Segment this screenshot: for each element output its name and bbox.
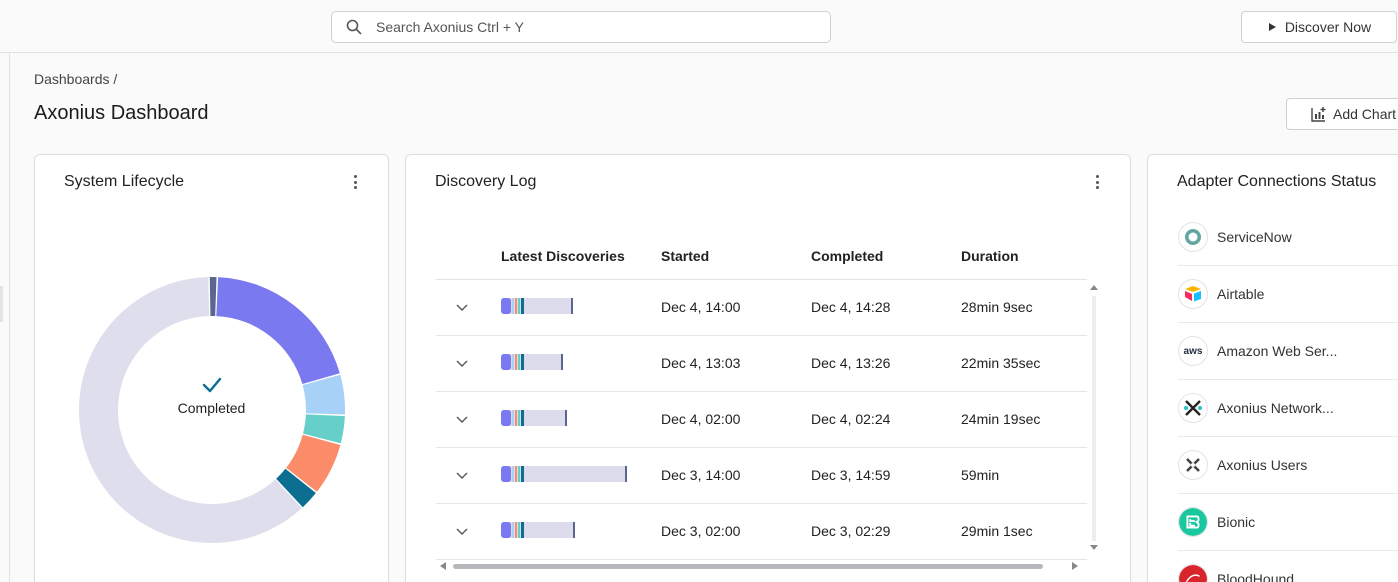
table-row[interactable]: Dec 4, 14:00 Dec 4, 14:28 28min 9sec [436, 279, 1087, 336]
started-cell: Dec 3, 02:00 [661, 503, 811, 560]
table-header-row: Latest Discoveries Started Completed Dur… [436, 233, 1087, 280]
discovery-log-table: Latest Discoveries Started Completed Dur… [436, 233, 1087, 560]
discovery-progress-cell [501, 391, 661, 448]
expand-cell[interactable] [436, 335, 501, 392]
add-chart-label: Add Chart [1333, 106, 1397, 122]
chevron-down-icon[interactable] [456, 304, 468, 312]
adapter-name: Airtable [1217, 286, 1265, 302]
adapter-name: Amazon Web Ser... [1217, 343, 1338, 359]
adapter-item[interactable]: Axonius Users [1178, 437, 1398, 494]
discovery-progress-bar [501, 409, 567, 426]
discovery-progress-bar [501, 521, 575, 538]
discovery-progress-cell [501, 503, 661, 560]
system-lifecycle-card: System Lifecycle Completed [34, 154, 389, 582]
breadcrumb[interactable]: Dashboards / [34, 71, 117, 87]
started-cell: Dec 4, 02:00 [661, 391, 811, 448]
discover-now-button[interactable]: Discover Now [1241, 11, 1397, 43]
donut-segment[interactable] [209, 277, 217, 317]
servicenow-icon [1178, 222, 1208, 252]
add-chart-icon [1311, 107, 1326, 122]
completed-cell: Dec 4, 13:26 [811, 335, 961, 392]
adapter-name: Axonius Users [1217, 457, 1308, 473]
bionic-icon [1178, 507, 1208, 537]
table-row[interactable]: Dec 4, 02:00 Dec 4, 02:24 24min 19sec [436, 391, 1087, 448]
discovery-progress-cell [501, 279, 661, 336]
adapter-connections-card: Adapter Connections Status ServiceNow Air… [1147, 154, 1398, 582]
column-header[interactable]: Duration [961, 233, 1087, 280]
adapter-item[interactable]: Bionic [1178, 494, 1398, 551]
adapter-item[interactable]: Axonius Network... [1178, 380, 1398, 437]
lifecycle-status: Completed [35, 377, 388, 416]
adapter-item[interactable]: aws Amazon Web Ser... [1178, 323, 1398, 380]
chevron-down-icon[interactable] [456, 360, 468, 368]
search-bar[interactable] [331, 11, 831, 43]
aws-icon: aws [1178, 336, 1208, 366]
started-cell: Dec 4, 13:03 [661, 335, 811, 392]
expand-cell[interactable] [436, 279, 501, 336]
adapter-connections-title: Adapter Connections Status [1177, 173, 1377, 190]
top-bar: Discover Now [0, 0, 1398, 53]
completed-cell: Dec 4, 02:24 [811, 391, 961, 448]
play-icon [1268, 23, 1276, 31]
column-header[interactable]: Started [661, 233, 811, 280]
chevron-down-icon[interactable] [456, 528, 468, 536]
vertical-scrollbar[interactable] [1087, 280, 1101, 555]
expand-column-header [436, 233, 501, 280]
completed-cell: Dec 3, 14:59 [811, 447, 961, 504]
search-input[interactable] [376, 19, 796, 35]
adapter-name: Bionic [1217, 514, 1256, 530]
expand-cell[interactable] [436, 391, 501, 448]
discover-now-label: Discover Now [1284, 19, 1372, 35]
discovery-progress-bar [501, 353, 563, 370]
horizontal-scrollbar[interactable] [436, 559, 1088, 573]
discovery-progress-bar [501, 297, 573, 314]
page-title: Axonius Dashboard [34, 102, 209, 124]
adapter-name: Axonius Network... [1217, 400, 1334, 416]
duration-cell: 28min 9sec [961, 279, 1087, 336]
aws-logo-text: aws [1183, 345, 1203, 357]
duration-cell: 59min [961, 447, 1087, 504]
adapter-name: BloodHound [1217, 571, 1295, 582]
completed-cell: Dec 3, 02:29 [811, 503, 961, 560]
airtable-icon [1178, 279, 1208, 309]
duration-cell: 22min 35sec [961, 335, 1087, 392]
add-chart-button[interactable]: Add Chart [1286, 98, 1398, 130]
axonius-network-icon [1178, 393, 1208, 423]
table-row[interactable]: Dec 3, 02:00 Dec 3, 02:29 29min 1sec [436, 503, 1087, 560]
discovery-log-title: Discovery Log [435, 173, 537, 190]
discovery-progress-bar [501, 465, 627, 482]
adapter-item[interactable]: Airtable [1178, 266, 1398, 323]
more-options-icon[interactable] [1095, 175, 1099, 189]
sidebar-toggle-handle[interactable] [0, 286, 3, 322]
chevron-down-icon[interactable] [456, 416, 468, 424]
chevron-down-icon[interactable] [456, 472, 468, 480]
column-header[interactable]: Latest Discoveries [501, 233, 661, 280]
discovery-log-card: Discovery Log Latest Discoveries Started… [405, 154, 1131, 582]
left-rail-divider [9, 53, 10, 582]
donut-segment[interactable] [216, 277, 340, 385]
duration-cell: 29min 1sec [961, 503, 1087, 560]
table-row[interactable]: Dec 3, 14:00 Dec 3, 14:59 59min [436, 447, 1087, 504]
search-icon [346, 19, 362, 35]
expand-cell[interactable] [436, 447, 501, 504]
completed-cell: Dec 4, 14:28 [811, 279, 961, 336]
bloodhound-icon [1178, 564, 1208, 582]
column-header[interactable]: Completed [811, 233, 961, 280]
axonius-users-icon [1178, 450, 1208, 480]
started-cell: Dec 3, 14:00 [661, 447, 811, 504]
discovery-progress-cell [501, 335, 661, 392]
adapter-item[interactable]: ServiceNow [1178, 209, 1398, 266]
adapter-name: ServiceNow [1217, 229, 1292, 245]
discovery-progress-cell [501, 447, 661, 504]
lifecycle-status-label: Completed [177, 400, 246, 416]
more-options-icon[interactable] [353, 175, 357, 189]
adapter-item[interactable]: BloodHound [1178, 551, 1398, 582]
checkmark-icon [202, 377, 221, 393]
duration-cell: 24min 19sec [961, 391, 1087, 448]
started-cell: Dec 4, 14:00 [661, 279, 811, 336]
table-row[interactable]: Dec 4, 13:03 Dec 4, 13:26 22min 35sec [436, 335, 1087, 392]
system-lifecycle-title: System Lifecycle [64, 173, 185, 190]
expand-cell[interactable] [436, 503, 501, 560]
